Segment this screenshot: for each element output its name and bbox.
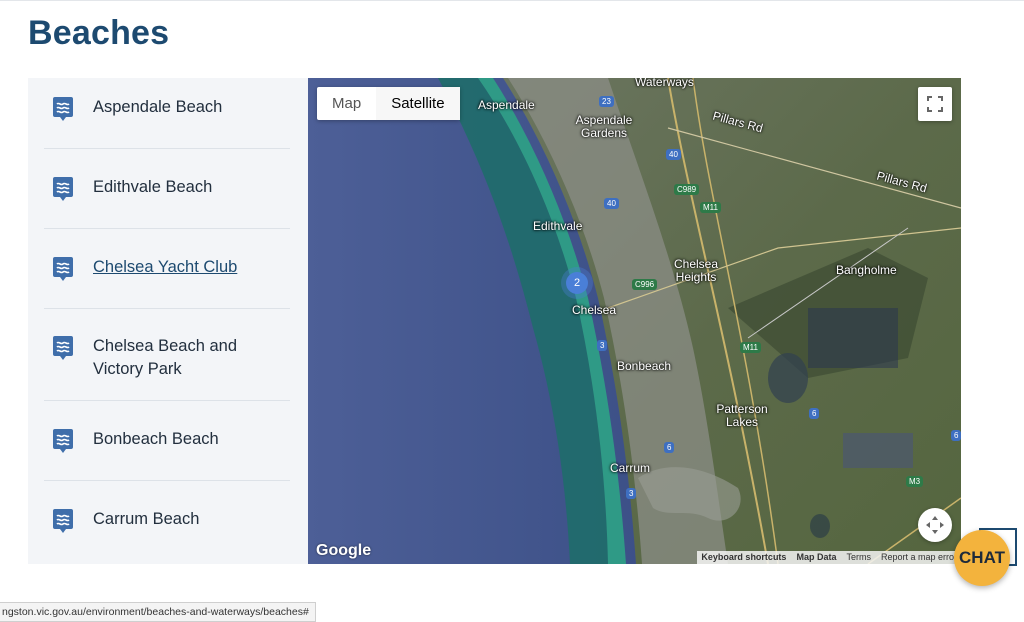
route-shield: C996 — [632, 279, 658, 290]
place-label: Waterways — [635, 78, 694, 89]
water-pin-icon — [53, 97, 73, 121]
water-pin-icon — [53, 177, 73, 201]
route-shield: 3 — [597, 340, 608, 351]
fullscreen-button[interactable] — [918, 87, 952, 121]
map-view[interactable]: Waterways Aspendale Aspendale Gardens Pi… — [308, 78, 961, 564]
top-divider — [0, 0, 1024, 1]
place-label: Aspendale — [478, 98, 535, 112]
map-type-map-button[interactable]: Map — [317, 87, 376, 120]
beach-label: Carrum Beach — [93, 510, 200, 528]
water-pin-icon — [53, 509, 73, 533]
place-label: Aspendale Gardens — [575, 113, 633, 140]
fullscreen-icon — [927, 96, 943, 112]
beach-item-bonbeach[interactable]: Bonbeach Beach — [44, 401, 290, 481]
route-shield: M11 — [700, 202, 721, 213]
place-label: Bangholme — [836, 263, 897, 277]
terms-link[interactable]: Terms — [846, 551, 871, 564]
route-shield: 6 — [664, 442, 675, 453]
google-logo: Google — [316, 542, 372, 559]
beach-label: Chelsea Beach and Victory Park — [93, 337, 238, 378]
route-shield: 40 — [666, 149, 681, 160]
route-shield: 3 — [626, 488, 637, 499]
route-shield: M11 — [740, 342, 761, 353]
place-label: Bonbeach — [617, 359, 672, 373]
route-shield: 6 — [809, 408, 820, 419]
map-type-satellite-button[interactable]: Satellite — [376, 87, 460, 120]
status-bar-url: ngston.vic.gov.au/environment/beaches-an… — [0, 602, 316, 622]
move-arrows-icon — [926, 516, 944, 534]
beach-label: Bonbeach Beach — [93, 430, 219, 448]
route-shield: 40 — [604, 198, 619, 209]
route-shield: 23 — [599, 96, 614, 107]
camera-control-button[interactable] — [918, 508, 952, 542]
beach-item-chelsea-yacht-club[interactable]: Chelsea Yacht Club — [44, 229, 290, 309]
water-pin-icon — [53, 257, 73, 281]
beach-item-edithvale[interactable]: Edithvale Beach — [44, 149, 290, 229]
water-pin-icon — [53, 429, 73, 453]
report-error-link[interactable]: Report a map error — [881, 551, 957, 564]
chat-button[interactable]: CHAT — [954, 530, 1010, 586]
map-type-control: Map Satellite — [317, 87, 460, 120]
place-label: Chelsea Heights — [673, 257, 719, 284]
map-attribution: Keyboard shortcuts Map Data Terms Report… — [697, 551, 961, 564]
beach-list: Aspendale Beach Edithvale Beach Chelsea … — [28, 78, 308, 564]
route-shield: C989 — [674, 184, 700, 195]
place-label: Patterson Lakes — [716, 402, 768, 429]
route-shield: 6 — [951, 430, 961, 441]
place-label: Edithvale — [533, 219, 583, 233]
page-title: Beaches — [28, 14, 170, 52]
beach-label: Edithvale Beach — [93, 178, 213, 196]
water-pin-icon — [53, 336, 73, 360]
route-shield: M3 — [906, 476, 924, 487]
keyboard-shortcuts-link[interactable]: Keyboard shortcuts — [701, 551, 786, 564]
beach-label: Aspendale Beach — [93, 98, 223, 116]
beach-item-chelsea-victory-park[interactable]: Chelsea Beach and Victory Park — [44, 309, 290, 401]
beach-link[interactable]: Chelsea Yacht Club — [93, 256, 237, 279]
place-label: Chelsea — [572, 303, 617, 317]
beach-item-carrum[interactable]: Carrum Beach — [44, 481, 290, 561]
place-label: Carrum — [610, 461, 651, 475]
map-data-link[interactable]: Map Data — [796, 551, 836, 564]
beach-item-aspendale[interactable]: Aspendale Beach — [44, 78, 290, 149]
marker-cluster[interactable]: 2 — [566, 272, 588, 294]
